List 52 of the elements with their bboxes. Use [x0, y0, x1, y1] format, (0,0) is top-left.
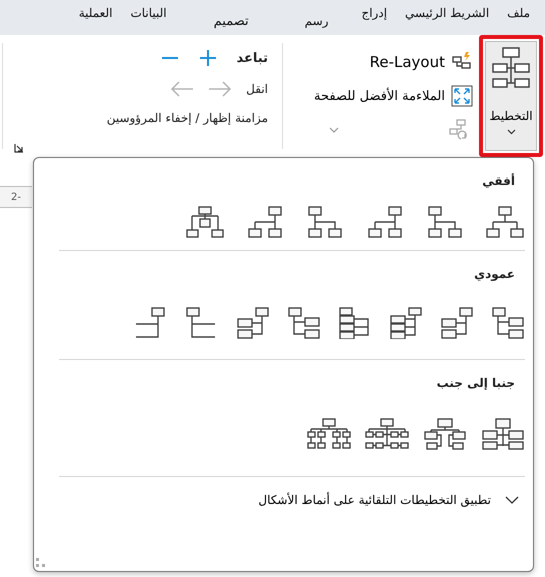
ribbon-tab[interactable]: العملية	[70, 6, 122, 20]
section-heading: أفقي	[481, 172, 516, 188]
layout-option[interactable]	[287, 307, 321, 339]
section-heading: جنبا إلى جنب	[436, 375, 516, 390]
minus-icon	[160, 57, 179, 59]
layout-option[interactable]	[389, 307, 423, 339]
ribbon-tab[interactable]: ملف	[498, 6, 539, 20]
tree-diagram-icon	[491, 307, 525, 339]
layout-option[interactable]	[236, 307, 270, 339]
apply-auto-layout-toggle[interactable]: تطبيق التخطيطات التلقائية على أنماط الأشكال	[59, 477, 525, 507]
ribbon-tab[interactable]: تصميم	[176, 14, 281, 29]
layout-button[interactable]: التخطيط	[479, 35, 543, 157]
re-layout-button[interactable]: Re-Layout	[283, 51, 473, 73]
increase-spacing-button[interactable]	[198, 49, 217, 67]
dialog-launcher-icon	[14, 143, 24, 153]
tree-diagram-icon	[389, 307, 423, 339]
resize-grip-icon	[36, 558, 48, 568]
tree-diagram-icon	[423, 418, 467, 450]
show-hide-subordinates-label: إظهار / إخفاء المرؤوسين	[106, 111, 232, 125]
tree-diagram-icon	[236, 307, 270, 339]
layout-option[interactable]	[365, 418, 409, 450]
tree-diagram-icon	[481, 418, 525, 450]
ribbon-tab[interactable]: الشريط الرئيسي	[396, 6, 498, 20]
ruler-label: -2	[11, 192, 21, 202]
layout-option[interactable]	[185, 206, 225, 238]
caret-icon	[329, 127, 339, 133]
right-arrow-icon	[208, 81, 232, 97]
ribbon-tab[interactable]: إدراج	[352, 6, 396, 20]
ribbon-tab[interactable]: البيانات	[121, 6, 176, 20]
caret-icon	[506, 129, 516, 135]
plus-icon	[198, 49, 217, 67]
org-chart-icon	[491, 47, 531, 89]
tree-diagram-icon	[185, 206, 225, 238]
tree-diagram-icon	[307, 418, 351, 450]
tree-diagram-icon	[287, 307, 321, 339]
section-heading: عمودي	[473, 266, 516, 281]
layout-option[interactable]	[423, 418, 467, 450]
layout-option[interactable]	[485, 206, 525, 238]
tree-diagram-icon	[485, 206, 525, 238]
tree-diagram-icon	[440, 307, 474, 339]
spacing-label: تباعد	[236, 50, 268, 66]
fit-to-page-button[interactable]: الملاءمة الأفضل للصفحة	[283, 85, 473, 107]
expand-arrows-icon	[451, 85, 473, 107]
move-label: انقل	[246, 82, 268, 96]
sync-label: مزامنة	[235, 111, 268, 125]
tree-diagram-icon	[365, 418, 409, 450]
layout-option[interactable]	[491, 307, 525, 339]
left-arrow-icon	[170, 81, 194, 97]
layout-option[interactable]	[307, 418, 351, 450]
layout-option[interactable]	[481, 418, 525, 450]
ribbon-tab[interactable]: رسم	[280, 14, 352, 28]
layout-option[interactable]	[440, 307, 474, 339]
